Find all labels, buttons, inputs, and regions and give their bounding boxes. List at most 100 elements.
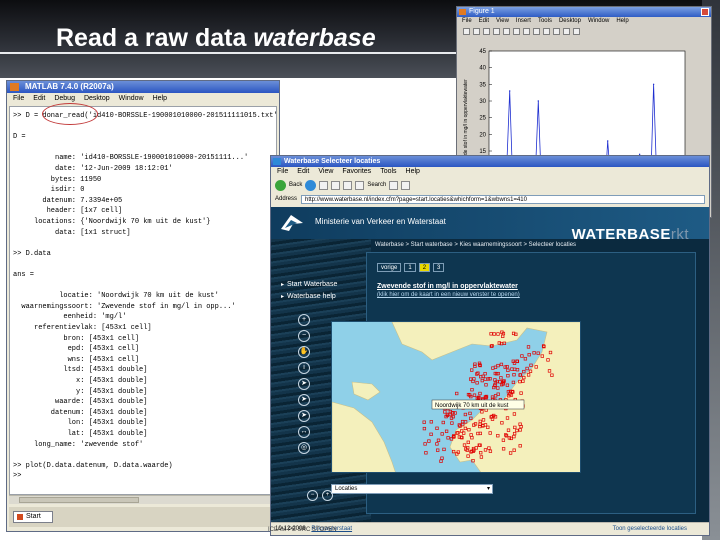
- map-canvas[interactable]: Noordwijk 70 km uit de kust: [332, 322, 581, 473]
- location-marker[interactable]: [510, 367, 514, 371]
- legend-icon[interactable]: [573, 28, 580, 35]
- location-marker[interactable]: [436, 438, 441, 442]
- location-marker[interactable]: [472, 393, 477, 397]
- location-marker[interactable]: [499, 376, 503, 380]
- figure-menu-desktop[interactable]: Desktop: [559, 17, 581, 26]
- browser-title-bar[interactable]: Waterbase Selecteer locaties: [271, 156, 709, 167]
- browser-menu-file[interactable]: File: [277, 167, 288, 177]
- back-arrow-icon[interactable]: [275, 179, 286, 191]
- pager-3[interactable]: 3: [433, 263, 445, 272]
- location-marker[interactable]: [424, 451, 428, 455]
- browser-menu-tools[interactable]: Tools: [380, 167, 396, 177]
- pager-prev[interactable]: vorige: [377, 263, 402, 272]
- zoom-in-icon[interactable]: +: [298, 314, 310, 326]
- location-marker[interactable]: [469, 416, 473, 420]
- print-icon[interactable]: [493, 28, 500, 35]
- location-marker[interactable]: [512, 367, 517, 371]
- location-marker[interactable]: [470, 368, 474, 372]
- location-marker[interactable]: [511, 380, 516, 385]
- location-map[interactable]: Noordwijk 70 km uit de kust: [331, 321, 581, 473]
- figure-menu-view[interactable]: View: [496, 17, 509, 26]
- location-marker[interactable]: [493, 394, 498, 398]
- matlab-horizontal-scrollbar[interactable]: [9, 495, 277, 504]
- zoom-plus-icon[interactable]: +: [322, 490, 333, 501]
- matlab-command-window[interactable]: >> D = donar_read('id410-BORSSLE-1900010…: [9, 106, 277, 495]
- breadcrumb[interactable]: Waterbase > Start waterbase > Kies waarn…: [375, 240, 695, 251]
- location-marker[interactable]: [491, 366, 495, 370]
- location-marker[interactable]: [439, 459, 443, 463]
- matlab-title-bar[interactable]: MATLAB 7.4.0 (R2007a): [7, 81, 279, 93]
- location-marker[interactable]: [468, 411, 472, 416]
- location-marker[interactable]: [483, 377, 487, 381]
- browser-menu-edit[interactable]: Edit: [297, 167, 309, 177]
- location-marker[interactable]: [427, 439, 431, 443]
- matlab-window[interactable]: MATLAB 7.4.0 (R2007a) File Edit Debug De…: [6, 80, 280, 532]
- figure-menu-window[interactable]: Window: [588, 17, 609, 26]
- close-icon[interactable]: [701, 8, 709, 16]
- location-marker[interactable]: [505, 383, 510, 387]
- forward-arrow-icon[interactable]: [305, 179, 317, 191]
- save-icon[interactable]: [483, 28, 490, 35]
- data-cursor-icon[interactable]: [553, 28, 560, 35]
- zoom-minus-icon[interactable]: −: [307, 490, 318, 501]
- location-marker[interactable]: [532, 351, 536, 355]
- location-marker[interactable]: [536, 351, 540, 355]
- figure-title-bar[interactable]: Figure 1: [457, 7, 711, 17]
- location-marker[interactable]: [498, 380, 502, 384]
- browser-window[interactable]: Waterbase Selecteer locaties File Edit V…: [270, 155, 710, 536]
- link-start-waterbase[interactable]: Start Waterbase: [281, 279, 337, 291]
- location-marker[interactable]: [440, 456, 444, 460]
- location-marker[interactable]: [522, 369, 526, 374]
- pan-hand-icon[interactable]: ✋: [298, 346, 310, 358]
- location-marker[interactable]: [496, 392, 500, 396]
- matlab-menu-file[interactable]: File: [13, 93, 24, 104]
- location-marker[interactable]: [499, 362, 504, 367]
- address-input[interactable]: http://www.waterbase.nl/index.cfm?page=s…: [301, 194, 705, 204]
- pager-2[interactable]: 2: [418, 263, 431, 272]
- location-marker[interactable]: [422, 426, 427, 431]
- matlab-menu-edit[interactable]: Edit: [33, 93, 45, 104]
- location-marker[interactable]: [429, 432, 433, 436]
- location-marker[interactable]: [515, 368, 520, 372]
- matlab-menu-desktop[interactable]: Desktop: [84, 93, 110, 104]
- location-marker[interactable]: [526, 345, 531, 349]
- show-selected-link[interactable]: Toon geselecteerde locaties: [613, 523, 687, 535]
- map-title[interactable]: Zwevende stof in mg/l in oppervlaktewate…: [377, 283, 518, 290]
- location-marker[interactable]: [496, 386, 500, 390]
- location-marker[interactable]: [483, 372, 487, 376]
- location-marker[interactable]: [520, 354, 524, 358]
- figure-menu-edit[interactable]: Edit: [479, 17, 489, 26]
- location-marker[interactable]: [440, 432, 444, 436]
- location-marker[interactable]: [527, 353, 531, 357]
- rotate-icon[interactable]: [543, 28, 550, 35]
- layer-select[interactable]: Locaties: [331, 484, 493, 494]
- back-label[interactable]: Back: [289, 182, 302, 188]
- location-marker[interactable]: [423, 442, 427, 446]
- map-open-link[interactable]: (klik hier om de kaart in een nieuw vens…: [377, 292, 520, 298]
- location-marker[interactable]: [523, 357, 528, 361]
- pager-1[interactable]: 1: [404, 263, 416, 272]
- location-marker[interactable]: [506, 368, 510, 372]
- location-marker[interactable]: [484, 383, 488, 387]
- matlab-menu-window[interactable]: Window: [119, 93, 144, 104]
- location-marker[interactable]: [436, 448, 440, 452]
- location-marker[interactable]: [450, 421, 454, 425]
- stop-icon[interactable]: [319, 180, 329, 190]
- full-extent-icon[interactable]: ◎: [298, 442, 310, 454]
- location-marker[interactable]: [480, 378, 484, 383]
- location-marker[interactable]: [463, 412, 468, 417]
- browser-menu-view[interactable]: View: [318, 167, 333, 177]
- location-marker[interactable]: [463, 420, 468, 424]
- refresh-icon[interactable]: [331, 180, 341, 190]
- browser-menu-help[interactable]: Help: [406, 167, 420, 177]
- figure-menu-insert[interactable]: Insert: [516, 17, 531, 26]
- history-icon[interactable]: [401, 180, 411, 190]
- location-marker[interactable]: [529, 363, 533, 367]
- home-icon[interactable]: [343, 180, 353, 190]
- zoom-out-icon[interactable]: −: [298, 330, 310, 342]
- location-marker[interactable]: [435, 442, 439, 446]
- location-marker[interactable]: [525, 366, 529, 371]
- zoom-out-icon[interactable]: [523, 28, 530, 35]
- location-marker[interactable]: [506, 374, 510, 378]
- select-add-icon[interactable]: ➤: [298, 394, 310, 406]
